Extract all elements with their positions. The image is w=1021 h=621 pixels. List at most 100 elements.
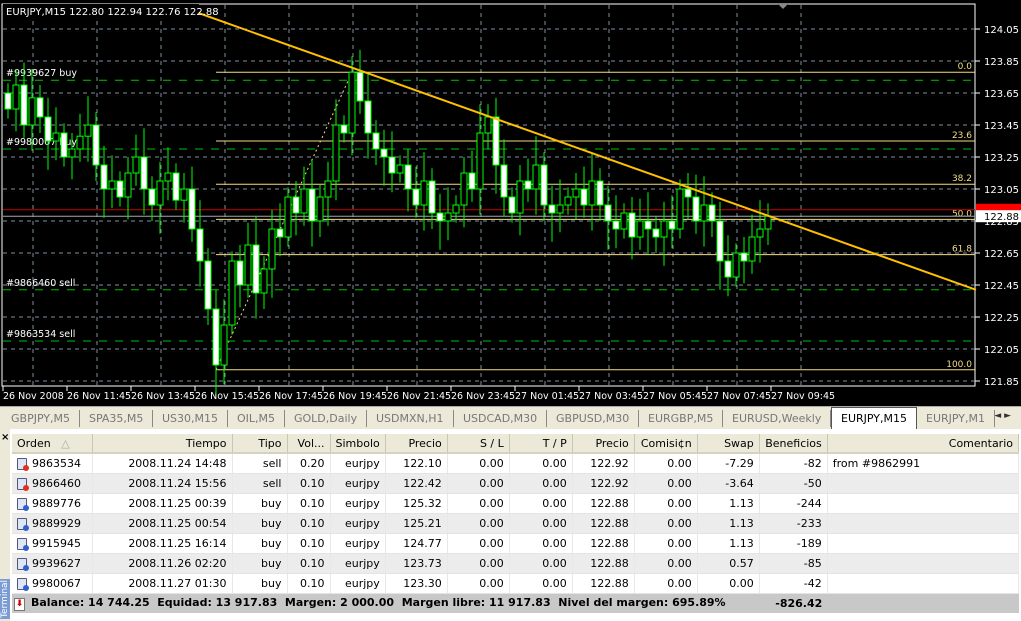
tab-gbpjpy-m5[interactable]: GBPJPY,M5	[2, 410, 81, 427]
order-row[interactable]: 9939627 2008.11.26 02:20 buy 0.10 eurjpy 123.…	[12, 553, 1020, 574]
column-header-orden[interactable]: Orden △	[12, 434, 93, 454]
tab-eurjpy-m1[interactable]: EURJPY,M1	[917, 410, 995, 427]
candle-body	[580, 188, 588, 206]
column-header-swap[interactable]: Swap	[697, 434, 760, 454]
cell-vol-: 0.10	[287, 493, 331, 514]
column-header-vol-[interactable]: Vol...	[287, 434, 331, 454]
cell-tiempo: 2008.11.26 02:20	[92, 553, 233, 574]
column-header-tiempo[interactable]: Tiempo	[92, 434, 233, 454]
candle	[660, 201, 668, 266]
column-header-tipo[interactable]: Tipo	[232, 434, 288, 454]
tab-us30-m15[interactable]: US30,M15	[153, 410, 229, 427]
candle-body	[116, 180, 124, 198]
candle-body	[716, 220, 724, 262]
price-tick-label: 122.05	[984, 345, 1019, 356]
cell-t-p: 0.00	[509, 533, 573, 554]
candle-body	[524, 180, 532, 190]
candle-body	[612, 220, 620, 230]
candle	[204, 248, 212, 325]
order-row[interactable]: 9915945 2008.11.25 16:14 buy 0.10 eurjpy 124.…	[12, 533, 1020, 554]
column-header-precio[interactable]: Precio	[385, 434, 448, 454]
column-header-comisi-n[interactable]: Comisi¢n	[634, 434, 698, 454]
cell-simbolo: eurjpy	[330, 473, 386, 494]
column-header-s-l[interactable]: S / L	[447, 434, 510, 454]
candle	[108, 155, 116, 209]
candle	[508, 187, 516, 223]
candle	[172, 163, 180, 210]
cell-s-l: 0.00	[447, 493, 510, 514]
tab-eurusd-weekly[interactable]: EURUSD,Weekly	[723, 410, 832, 427]
tab-gbpusd-m30[interactable]: GBPUSD,M30	[547, 410, 640, 427]
cell-comentario	[827, 573, 1020, 594]
shift-marker-icon[interactable]	[778, 4, 788, 9]
column-header-comentario[interactable]: Comentario	[827, 434, 1020, 454]
cell-t-p: 0.00	[509, 573, 573, 594]
cell-swap: 1.13	[697, 493, 760, 514]
cell-comisi-n: 0.00	[634, 573, 698, 594]
tab-oil-m5[interactable]: OIL,M5	[228, 410, 286, 427]
order-number: 9915945	[32, 536, 81, 550]
tab-usdcad-m30[interactable]: USDCAD,M30	[454, 410, 548, 427]
candle	[524, 158, 532, 202]
chart-tabs: ◄ ► GBPJPY,M5 SPA35,M5 US30,M15 OIL,M5 GOLD,…	[0, 406, 1021, 429]
cell-precio: 125.21	[385, 513, 448, 534]
candle	[244, 222, 252, 298]
candle-body	[700, 204, 708, 222]
terminal-panel: × Terminal Orden △ Tiempo Tipo Vol... Simbol…	[0, 429, 1021, 621]
cell-beneficios: -233	[759, 513, 828, 534]
candle-body	[364, 100, 372, 134]
candle-body	[324, 180, 332, 198]
close-icon[interactable]: ×	[1, 432, 9, 443]
buy-order-icon	[17, 557, 29, 571]
price-chart[interactable]: 124.05 123.85 123.65 123.45 123.25 123.05 122.…	[0, 0, 1021, 406]
column-header-simbolo[interactable]: Simbolo	[330, 434, 386, 454]
cell-comisi-n: 0.00	[634, 453, 698, 474]
tab-gold-daily[interactable]: GOLD,Daily	[285, 410, 368, 427]
candle-body	[708, 204, 716, 222]
chart-title: EURJPY,M15 122.80 122.94 122.76 122.88	[6, 7, 219, 18]
order-row[interactable]: 9980067 2008.11.27 01:30 buy 0.10 eurjpy 123.…	[12, 573, 1020, 594]
candle-body	[628, 212, 636, 238]
candle-body	[748, 236, 756, 262]
candle-body	[292, 196, 300, 214]
time-tick-label: 26 Nov 11:45	[67, 391, 131, 402]
cell-comentario	[827, 513, 1020, 534]
tab-eurgbp-m5[interactable]: EURGBP,M5	[639, 410, 724, 427]
cell-comentario	[827, 553, 1020, 574]
candle-body	[108, 180, 116, 190]
candle	[356, 49, 364, 114]
candle-body	[196, 228, 204, 262]
order-row[interactable]: 9889776 2008.11.25 00:39 buy 0.10 eurjpy 125.…	[12, 493, 1020, 514]
cell-t-p: 0.00	[509, 553, 573, 574]
sort-ascending-icon[interactable]: △	[61, 437, 69, 450]
order-row[interactable]: 9889929 2008.11.25 00:54 buy 0.10 eurjpy 125.…	[12, 513, 1020, 534]
candle	[36, 85, 44, 133]
order-row[interactable]: 9866460 2008.11.24 15:56 sell 0.10 eurjpy 122…	[12, 473, 1020, 494]
column-header-t-p[interactable]: T / P	[509, 434, 573, 454]
tab-spa35-m5[interactable]: SPA35,M5	[80, 410, 154, 427]
bid-price-label: 122.88	[984, 212, 1019, 223]
tab-eurjpy-m15[interactable]: EURJPY,M15	[831, 407, 917, 429]
cell-swap: 0.00	[697, 573, 760, 594]
time-tick-label: 27 Nov 05:45	[643, 391, 707, 402]
tab-scroll-arrows[interactable]: ◄ ►	[994, 411, 1011, 421]
time-tick-label: 27 Nov 03:45	[579, 391, 643, 402]
time-tick-label: 26 Nov 21:45	[387, 391, 451, 402]
chart-canvas[interactable]: 124.05 123.85 123.65 123.45 123.25 123.05 122.…	[0, 0, 1021, 406]
candle-body	[228, 260, 236, 326]
buy-order-icon	[17, 517, 29, 531]
candle-body	[284, 196, 292, 238]
candle	[228, 251, 236, 335]
candle	[420, 152, 428, 231]
time-tick-label: 26 Nov 2008	[3, 391, 64, 402]
order-row[interactable]: 9863534 2008.11.24 14:48 sell 0.20 eurjpy 122…	[12, 453, 1020, 474]
candle	[468, 150, 476, 202]
fib-level-label: 38.2	[952, 174, 972, 184]
tab-usdmxn-h1[interactable]: USDMXN,H1	[367, 410, 454, 427]
down-arrow-icon: ⬇	[14, 597, 25, 611]
trendline[interactable]	[175, 4, 977, 291]
column-header-precio[interactable]: Precio	[572, 434, 635, 454]
column-header-beneficios[interactable]: Beneficios	[759, 434, 828, 454]
candle-body	[396, 164, 404, 174]
candle-body	[172, 172, 180, 201]
